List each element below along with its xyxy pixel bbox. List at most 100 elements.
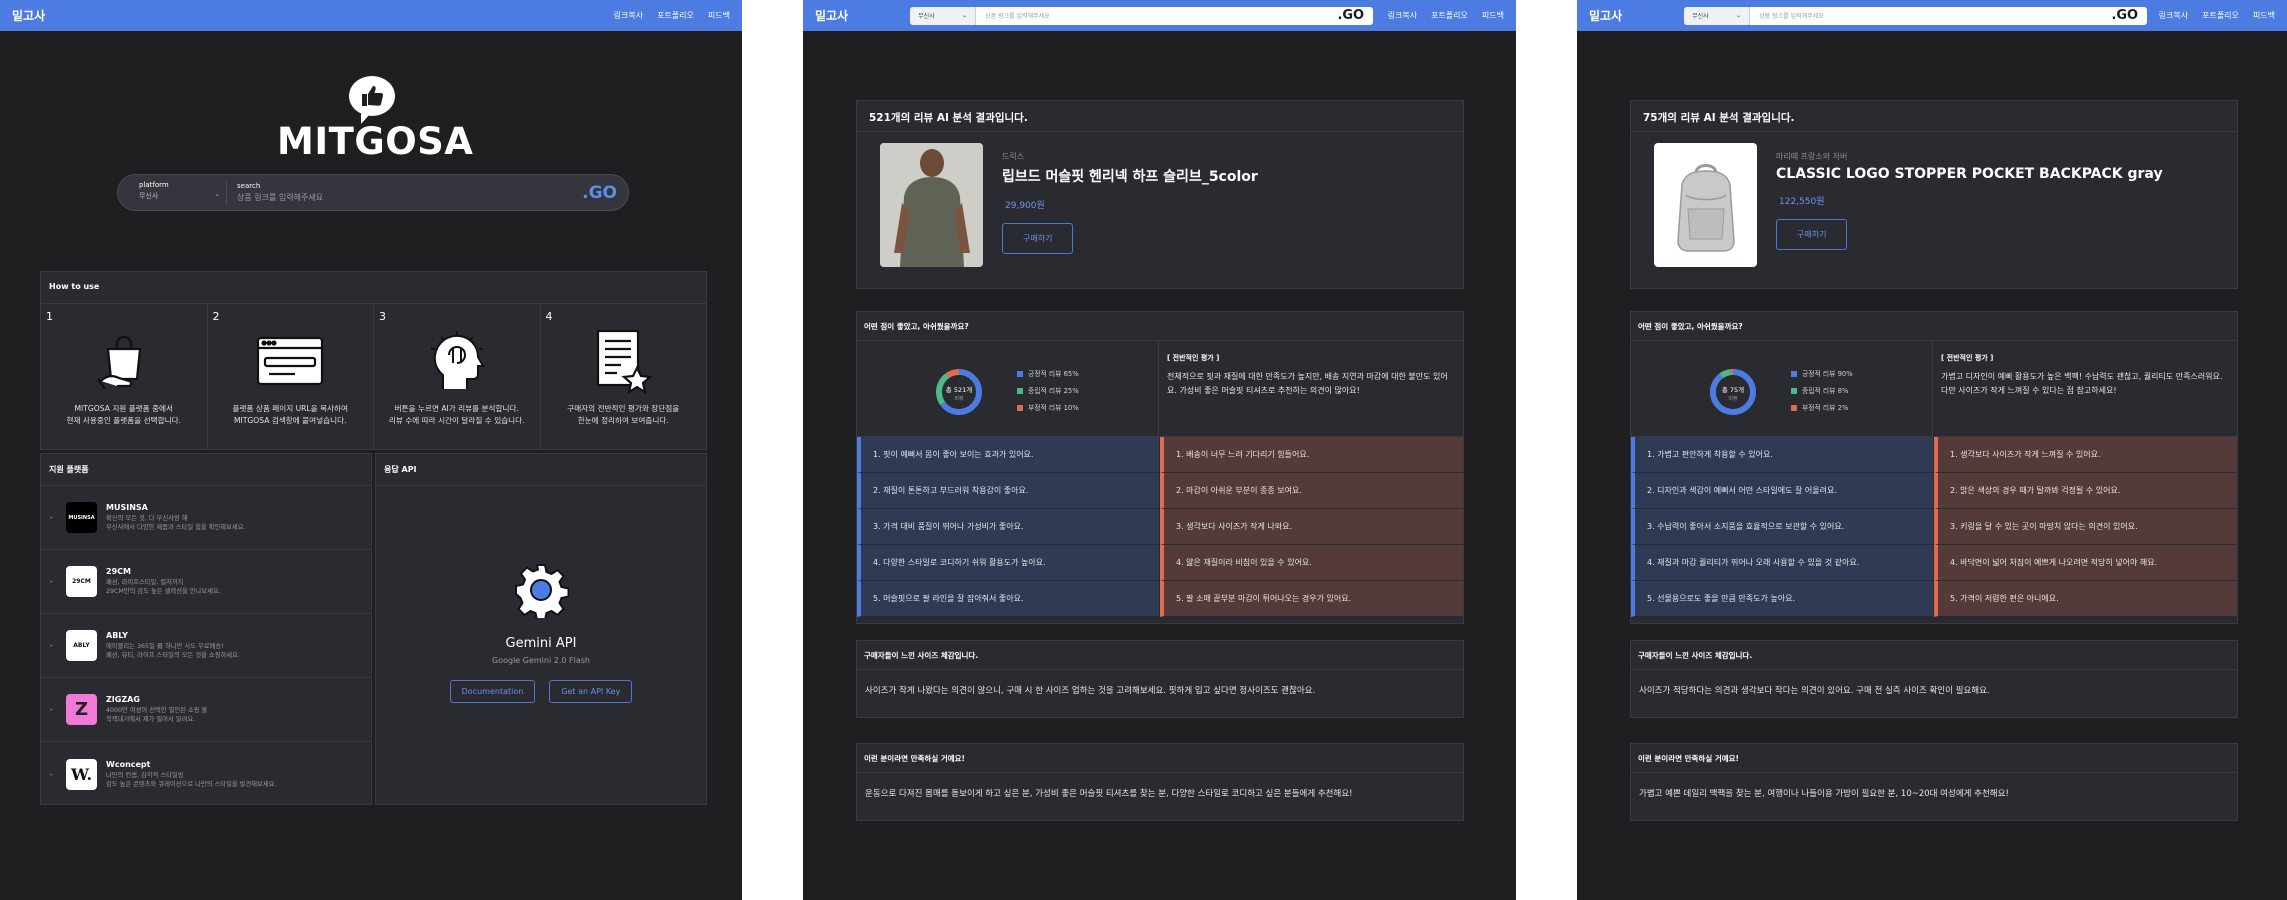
step-1: 1 MITGOSA 지원 플랫폼 중에서 현재 사용중인 플랫폼을 선택합니다. — [41, 304, 208, 450]
nav-links: 링크복사 포트폴리오 피드백 — [614, 10, 730, 21]
document-star-icon — [541, 326, 707, 396]
shopping-bag-hand-icon — [41, 326, 207, 396]
how-to-use-title: How to use — [41, 272, 706, 304]
nav-link-portfolio[interactable]: 포트폴리오 — [1431, 10, 1468, 21]
go-button[interactable]: .GO — [1337, 8, 1373, 23]
nav-link-portfolio[interactable]: 포트폴리오 — [2202, 10, 2239, 21]
nav-link-feedback[interactable]: 피드백 — [1482, 10, 1504, 21]
pro-item: 4. 다양한 스타일로 코디하기 쉬워 활용도가 높아요. — [857, 545, 1160, 581]
nav-links: 링크복사 포트폴리오 피드백 — [2159, 10, 2275, 21]
pro-item: 2. 디자인과 색감이 예뻐서 어떤 스타일에도 잘 어울려요. — [1631, 473, 1934, 509]
brand-logo[interactable]: 밑고사 — [815, 7, 848, 24]
platform-select[interactable]: 무신사 ⌄ — [1684, 6, 1751, 25]
api-model: Google Gemini 2.0 Flash — [492, 656, 590, 665]
review-donut-chart: 총 521개 리뷰 — [936, 369, 982, 415]
logo-text: MITGOSA — [277, 120, 474, 163]
pro-item: 3. 가격 대비 품질이 뛰어나 가성비가 좋아요. — [857, 509, 1160, 545]
mitgosa-logo: MITGOSA — [277, 76, 474, 163]
platform-name: 29CM — [106, 567, 131, 576]
search-input[interactable]: 상품 링크를 입력해주세요 — [1750, 11, 2111, 20]
cons-list: 1. 생각보다 사이즈가 작게 느껴질 수 있어요. 2. 밝은 색상의 경우 … — [1934, 437, 2237, 617]
go-button[interactable]: .GO — [2111, 8, 2147, 23]
chevron-down-icon: ⌄ — [214, 189, 220, 198]
platform-desc: 패션, 라이프스타일, 컬처까지 29CM만의 감도 높은 셀렉션을 만나보세요… — [106, 579, 221, 595]
home-page: 밑고사 링크복사 포트폴리오 피드백 MITGOSA platform 무신사 … — [0, 0, 742, 900]
overall-title: [ 전반적인 평가 ] — [1167, 354, 1220, 362]
legend-neutral: 중립적 리뷰 8% — [1791, 383, 1853, 400]
platform-value: 무신사 — [1692, 13, 1709, 20]
pro-item: 5. 머슬핏으로 팔 라인을 잘 잡아줘서 좋아요. — [857, 581, 1160, 617]
platform-select[interactable]: 무신사 ⌄ — [910, 6, 977, 25]
list-bullet: - — [50, 513, 53, 522]
brand-logo[interactable]: 밑고사 — [1589, 7, 1622, 24]
pro-item: 5. 선물용으로도 좋을 만큼 만족도가 높아요. — [1631, 581, 1934, 617]
product-image[interactable] — [1654, 143, 1757, 267]
con-item: 2. 마감이 아쉬운 부분이 종종 보여요. — [1160, 473, 1463, 509]
go-button[interactable]: .GO — [582, 183, 628, 203]
nav-links: 링크복사 포트폴리오 피드백 — [1388, 10, 1504, 21]
con-item: 1. 배송이 너무 느려 기다리기 힘들어요. — [1160, 437, 1463, 473]
nav-link-feedback[interactable]: 피드백 — [2253, 10, 2275, 21]
top-search-bar: 무신사 ⌄ 상품 링크를 입력해주세요 .GO — [1684, 6, 2148, 25]
nav-link-portfolio[interactable]: 포트폴리오 — [657, 10, 694, 21]
size-text: 사이즈가 적당하다는 의견과 생각보다 작다는 의견이 있어요. 구매 전 실측… — [1639, 686, 1990, 696]
buy-button[interactable]: 구매하기 — [1776, 219, 1848, 250]
platform-value: 무신사 — [918, 13, 935, 20]
legend-positive: 긍정적 리뷰 65% — [1017, 366, 1079, 383]
search-input[interactable]: 상품 링크를 입력해주세요 — [237, 192, 582, 203]
list-bullet: - — [50, 641, 53, 650]
api-panel-title: 응답 API — [376, 454, 706, 486]
con-item: 3. 생각보다 사이즈가 작게 나와요. — [1160, 509, 1463, 545]
brand-logo[interactable]: 밑고사 — [12, 7, 45, 24]
analysis-header: 521개의 리뷰 AI 분석 결과입니다. — [857, 101, 1463, 132]
overall-text: 가볍고 디자인이 예뻐 활용도가 높은 백팩! 수납력도 괜찮고, 퀄리티도 만… — [1941, 372, 2223, 395]
chevron-down-icon: ⌄ — [962, 12, 968, 19]
platform-item-zigzag[interactable]: - Z ZIGZAG 4000만 여성이 선택한 필인된 쇼핑 몰 직잭대기에서 … — [41, 678, 371, 742]
nav-link-copy[interactable]: 링크복사 — [614, 10, 643, 21]
overall-title: [ 전반적인 평가 ] — [1941, 354, 1994, 362]
nav-link-copy[interactable]: 링크복사 — [2159, 10, 2188, 21]
platform-desc: 4000만 여성이 선택한 필인된 쇼핑 몰 직잭대기에서 제가 필어서 알려요… — [106, 707, 208, 723]
platform-item-ably[interactable]: - ABLY ABLY 에이블리는 365일 毋 하나만 사도 무료배송! 패션,… — [41, 614, 371, 678]
product-category: 드릭스 — [1002, 152, 1025, 161]
step-number: 2 — [212, 310, 220, 323]
platform-name: Wconcept — [106, 759, 151, 769]
get-api-key-button[interactable]: Get an API Key — [549, 680, 633, 703]
cons-list: 1. 배송이 너무 느려 기다리기 힘들어요. 2. 마감이 아쉬운 부분이 종… — [1160, 437, 1463, 617]
step-text: MITGOSA 지원 플랫폼 중에서 현재 사용중인 플랫폼을 선택합니다. — [66, 404, 181, 425]
result-page-tshirt: 밑고사 무신사 ⌄ 상품 링크를 입력해주세요 .GO 링크복사 포트폴리오 피드… — [803, 0, 1516, 900]
pro-item: 1. 핏이 예뻐서 몸이 좋아 보이는 효과가 있어요. — [857, 437, 1160, 473]
how-to-use-panel: How to use 1 MITGOSA 지원 플랫폼 중에서 현재 사용중인 … — [40, 271, 707, 450]
pros-cons-title: 어떤 점이 좋았고, 아쉬웠을까요? — [857, 312, 1463, 341]
top-search-bar: 무신사 ⌄ 상품 링크를 입력해주세요 .GO — [910, 6, 1374, 25]
product-name: 립브드 머슬핏 헨리넥 하프 슬리브_5color — [1002, 169, 1258, 185]
product-price: 29,900원 — [1005, 201, 1045, 211]
platform-value: 무신사 — [139, 191, 159, 200]
size-card: 구매자들이 느낀 사이즈 체감입니다. 사이즈가 작게 나왔다는 의견이 많으니… — [856, 640, 1464, 718]
nav-link-feedback[interactable]: 피드백 — [708, 10, 730, 21]
supported-platforms-panel: 지원 플랫폼 - MUSINSA MUSINSA 확신의 모든 것, 다 무신사랑… — [40, 453, 372, 805]
platform-desc: 에이블리는 365일 毋 하나만 사도 무료배송! 패션, 뷰티, 라이프 스타… — [106, 643, 240, 659]
browser-window-icon — [208, 326, 374, 396]
list-bullet: - — [50, 577, 53, 586]
con-item: 2. 밝은 색상의 경우 때가 탈까봐 걱정될 수 있어요. — [1934, 473, 2237, 509]
overall-text: 전체적으로 핏과 재질에 대한 만족도가 높지만, 배송 지연과 마감에 대한 … — [1167, 372, 1448, 395]
search-field[interactable]: search 상품 링크를 입력해주세요 — [227, 182, 582, 203]
29cm-logo: 29CM — [66, 566, 97, 597]
pros-cons-title: 어떤 점이 좋았고, 아쉬웠을까요? — [1631, 312, 2237, 341]
platform-item-wconcept[interactable]: - W. Wconcept 나만의 컨셉, 감각적 스타일링 감도 높은 콘텐츠와… — [41, 742, 371, 806]
search-input[interactable]: 상품 링크를 입력해주세요 — [976, 11, 1337, 20]
api-name: Gemini API — [505, 636, 577, 651]
platform-item-29cm[interactable]: - 29CM 29CM 패션, 라이프스타일, 컬처까지 29CM만의 감도 높은… — [41, 550, 371, 614]
product-image[interactable] — [880, 143, 983, 267]
step-2: 2 플랫폼 상품 페이지 URL을 복사하여 MITGOSA 검색창에 붙여넣습… — [208, 304, 374, 450]
documentation-button[interactable]: Documentation — [449, 680, 536, 703]
buy-button[interactable]: 구매하기 — [1002, 223, 1074, 254]
product-price: 122,550원 — [1779, 197, 1825, 207]
api-panel: 응답 API Gemini API Google Gemini 2.0 Flas… — [375, 453, 707, 805]
con-item: 4. 얇은 재질이라 비침이 있을 수 있어요. — [1160, 545, 1463, 581]
step-text: 플랫폼 상품 페이지 URL을 복사하여 MITGOSA 검색창에 붙여넣습니다… — [232, 404, 349, 425]
nav-link-copy[interactable]: 링크복사 — [1388, 10, 1417, 21]
platform-select[interactable]: platform 무신사 ⌄ — [118, 180, 227, 205]
platform-item-musinsa[interactable]: - MUSINSA MUSINSA 확신의 모든 것, 다 무신사랑 해 무신사에… — [41, 486, 371, 550]
